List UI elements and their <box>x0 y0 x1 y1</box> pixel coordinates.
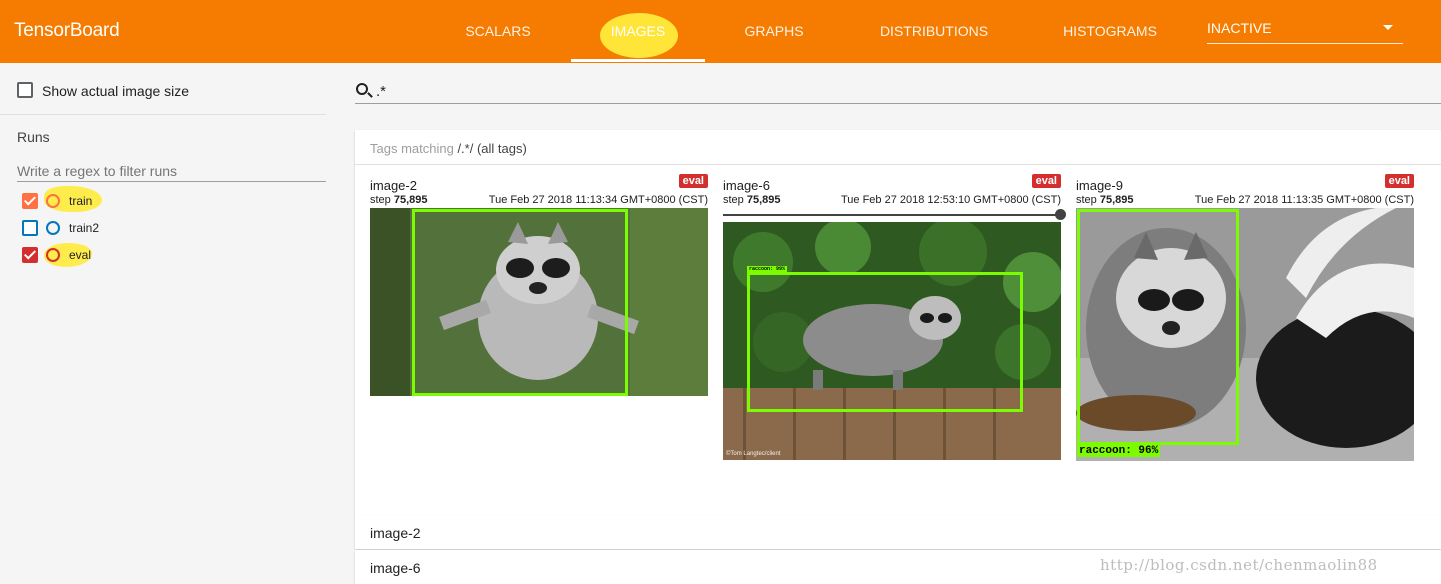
card-title: image-6 <box>723 178 770 193</box>
run-color-radio[interactable] <box>46 194 60 208</box>
run-label: train <box>69 194 93 208</box>
image-preview[interactable]: raccoon: 99% ©Tom Langtec/client <box>723 222 1061 460</box>
runs-title: Runs <box>17 129 50 145</box>
run-filter-input[interactable] <box>17 160 326 182</box>
detection-box <box>1077 209 1239 445</box>
step-slider-knob[interactable] <box>1055 209 1066 220</box>
tags-suffix: (all tags) <box>473 141 527 156</box>
step-info: step 75,895 Tue Feb 27 2018 11:13:35 GMT+… <box>1076 194 1414 206</box>
tag-group-label: image-2 <box>370 525 421 541</box>
tag-group-row[interactable]: image-2 <box>355 515 1441 549</box>
photo-credit: ©Tom Langtec/client <box>726 451 781 457</box>
card-title: image-2 <box>370 178 417 193</box>
step-prefix: step <box>370 194 394 206</box>
run-color-radio[interactable] <box>46 248 60 262</box>
search-underline <box>355 103 1441 104</box>
run-color-radio[interactable] <box>46 221 60 235</box>
inactive-dashboards-dropdown[interactable]: INACTIVE <box>1207 20 1403 44</box>
timestamp: Tue Feb 27 2018 11:13:35 GMT+0800 (CST) <box>1194 194 1414 206</box>
run-checkbox[interactable] <box>22 193 38 209</box>
run-badge: eval <box>1384 174 1414 188</box>
tab-distributions[interactable]: DISTRIBUTIONS <box>868 0 1000 63</box>
run-checkbox[interactable] <box>22 247 38 263</box>
detection-box <box>412 209 628 396</box>
step-slider[interactable] <box>723 214 1057 216</box>
step-value: 75,895 <box>393 194 428 206</box>
step-info: step 75,895 Tue Feb 27 2018 12:53:10 GMT+… <box>723 194 1061 206</box>
run-badge: eval <box>1031 174 1061 188</box>
run-label: train2 <box>69 221 100 235</box>
tag-group-header[interactable]: Tags matching /.*/ (all tags) <box>355 130 1441 165</box>
tab-scalars[interactable]: SCALARS <box>452 0 544 63</box>
tab-histograms[interactable]: HISTOGRAMS <box>1054 0 1166 63</box>
step-info: step 75,895 Tue Feb 27 2018 11:13:34 GMT+… <box>370 194 708 206</box>
card-title: image-9 <box>1076 178 1123 193</box>
top-toolbar: TensorBoard SCALARS IMAGES GRAPHS DISTRI… <box>0 0 1441 63</box>
step-prefix: step <box>1076 194 1100 206</box>
image-preview[interactable]: raccoon: 96% <box>1076 208 1414 461</box>
tag-filter-input[interactable] <box>376 80 1441 102</box>
tags-prefix: Tags matching <box>370 141 458 156</box>
run-badge: eval <box>678 174 708 188</box>
step-value: 75,895 <box>1099 194 1134 206</box>
tags-pattern: /.*/ <box>457 141 474 156</box>
search-icon <box>356 83 368 95</box>
sidebar-divider <box>0 114 326 115</box>
detection-label: raccoon: 96% <box>1077 445 1161 457</box>
show-actual-size-checkbox[interactable] <box>17 82 33 98</box>
app-title: TensorBoard <box>14 20 120 41</box>
run-label: eval <box>69 248 92 262</box>
timestamp: Tue Feb 27 2018 11:13:34 GMT+0800 (CST) <box>488 194 708 206</box>
active-tab-indicator <box>571 59 705 62</box>
show-actual-size-label: Show actual image size <box>42 83 190 99</box>
step-prefix: step <box>723 194 747 206</box>
step-value: 75,895 <box>746 194 781 206</box>
watermark: http://blog.csdn.net/chenmaolin88 <box>1100 556 1378 574</box>
tags-matching-label: Tags matching /.*/ (all tags) <box>370 141 527 156</box>
tab-graphs[interactable]: GRAPHS <box>734 0 814 63</box>
detection-box <box>747 272 1023 412</box>
tag-group-label: image-6 <box>370 560 421 576</box>
image-preview[interactable] <box>370 208 708 396</box>
chevron-down-icon <box>1383 25 1393 30</box>
detection-label: raccoon: 99% <box>747 266 788 272</box>
inactive-dropdown-label: INACTIVE <box>1207 20 1272 36</box>
run-checkbox[interactable] <box>22 220 38 236</box>
tab-images[interactable]: IMAGES <box>597 0 679 63</box>
timestamp: Tue Feb 27 2018 12:53:10 GMT+0800 (CST) <box>840 194 1061 206</box>
